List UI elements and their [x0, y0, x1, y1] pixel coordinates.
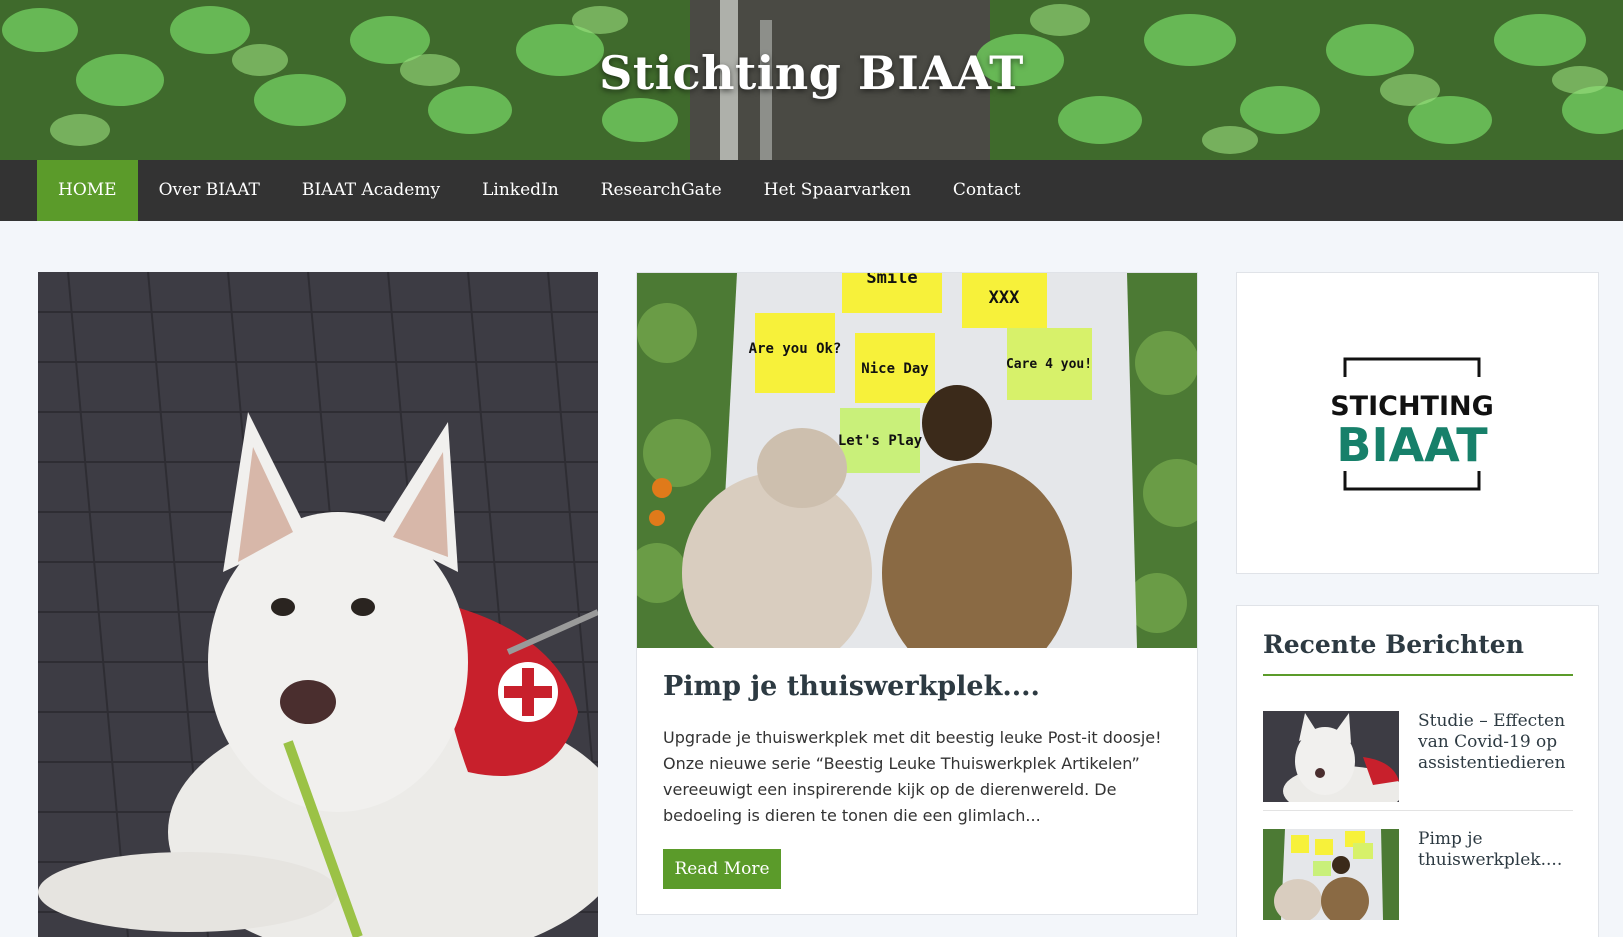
- svg-text:BIAAT: BIAAT: [1336, 418, 1488, 472]
- nav-item-biaat-academy[interactable]: BIAAT Academy: [281, 160, 461, 221]
- note-are-you-ok: Are you Ok?: [749, 341, 842, 357]
- stichting-biaat-logo[interactable]: STICHTING BIAAT: [1307, 353, 1517, 493]
- post-image-assistance-dog[interactable]: [38, 272, 598, 937]
- sidebar-logo-widget: STICHTING BIAAT: [1236, 272, 1599, 574]
- assistance-dog-photo: [38, 272, 598, 937]
- note-smile: Smile: [866, 273, 917, 288]
- nav-item-linkedin[interactable]: LinkedIn: [461, 160, 580, 221]
- recent-post-item: Pimp je thuiswerkplek....: [1263, 829, 1573, 929]
- widget-title-underline: [1263, 674, 1573, 676]
- nav-item-home[interactable]: HOME: [37, 160, 138, 221]
- sidebar-recent-posts-widget: Recente Berichten Studie – Effecten van …: [1236, 605, 1599, 937]
- recent-post-link[interactable]: Pimp je thuiswerkplek....: [1418, 829, 1578, 871]
- nav-item-over-biaat[interactable]: Over BIAAT: [138, 160, 281, 221]
- recent-post-thumbnail-dog[interactable]: [1263, 711, 1399, 802]
- recent-post-link[interactable]: Studie – Effecten van Covid-19 op assist…: [1418, 711, 1578, 774]
- nav-item-contact[interactable]: Contact: [932, 160, 1042, 221]
- main-navigation: HOME Over BIAAT BIAAT Academy LinkedIn R…: [0, 160, 1623, 221]
- recent-posts-title: Recente Berichten: [1263, 630, 1524, 659]
- nav-item-researchgate[interactable]: ResearchGate: [580, 160, 743, 221]
- site-header: Stichting BIAAT: [0, 0, 1623, 160]
- note-nice-day: Nice Day: [861, 361, 929, 377]
- post-excerpt: Upgrade je thuiswerkplek met dit beestig…: [663, 728, 1162, 825]
- post-card-pimp-je-thuiswerkplek: Smile XXX Are you Ok? Nice Day Care 4 yo…: [636, 272, 1198, 915]
- note-care-4-you: Care 4 you!: [1006, 357, 1092, 372]
- read-more-button[interactable]: Read More: [663, 849, 781, 889]
- recent-post-item: Studie – Effecten van Covid-19 op assist…: [1263, 711, 1573, 811]
- post-title[interactable]: Pimp je thuiswerkplek....: [663, 671, 1040, 702]
- post-thumbnail[interactable]: Smile XXX Are you Ok? Nice Day Care 4 yo…: [637, 273, 1197, 648]
- chickens-postit-photo: Smile XXX Are you Ok? Nice Day Care 4 yo…: [637, 273, 1197, 648]
- nav-item-het-spaarvarken[interactable]: Het Spaarvarken: [743, 160, 932, 221]
- recent-post-thumbnail-chickens[interactable]: [1263, 829, 1399, 920]
- note-lets-play: Let's Play: [838, 433, 923, 449]
- site-title[interactable]: Stichting BIAAT: [0, 46, 1623, 100]
- note-xxx: XXX: [989, 288, 1020, 308]
